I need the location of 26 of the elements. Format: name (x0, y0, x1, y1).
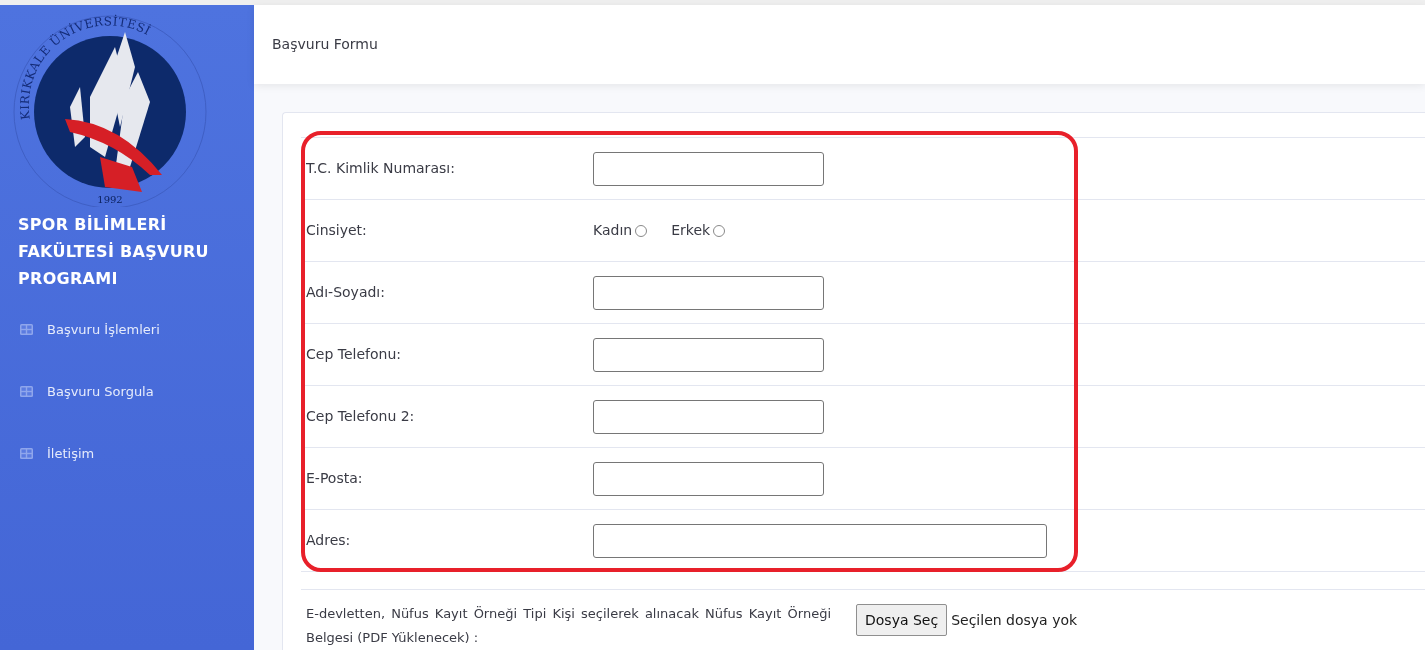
choose-file-button[interactable]: Dosya Seç (856, 604, 948, 636)
input-field[interactable] (593, 337, 824, 372)
sidebar-item[interactable]: İletişim (0, 422, 254, 485)
table-icon (20, 324, 33, 335)
input-field[interactable] (593, 461, 824, 496)
input-field[interactable] (593, 523, 1047, 558)
input-field[interactable] (593, 399, 824, 434)
radio-label: Erkek (671, 221, 711, 240)
field-label: Adı-Soyadı: (306, 283, 386, 302)
field-label: Cinsiyet: (306, 221, 368, 240)
sidebar-item[interactable]: Başvuru İşlemleri (0, 298, 254, 361)
input-field[interactable] (593, 151, 824, 186)
radio-label: Kadın (593, 221, 633, 240)
input-field[interactable] (593, 275, 824, 310)
page-title: Başvuru Formu (272, 35, 378, 54)
sidebar-item[interactable]: Başvuru Sorgula (0, 360, 254, 423)
sidebar-title: SPOR BİLİMLERİ FAKÜLTESİ BAŞVURU PROGRAMI (17, 214, 210, 290)
file-status: Seçilen dosya yok (951, 610, 1078, 630)
table-icon (20, 448, 33, 459)
field-label: Adres: (306, 531, 352, 550)
field-label: E-Posta: (306, 469, 364, 488)
field-label: Cep Telefonu 2: (306, 407, 416, 426)
table-icon (20, 386, 33, 397)
field-label: Cep Telefonu: (306, 345, 402, 364)
upload-label: E-devletten, Nüfus Kayıt Örneği Tipi Kişi seçilerek alınacak Nüfus Kayıt Örneği Belgesi (PDF Yüklenecek) : (306, 605, 831, 647)
field-label: T.C. Kimlik Numarası: (306, 159, 456, 178)
